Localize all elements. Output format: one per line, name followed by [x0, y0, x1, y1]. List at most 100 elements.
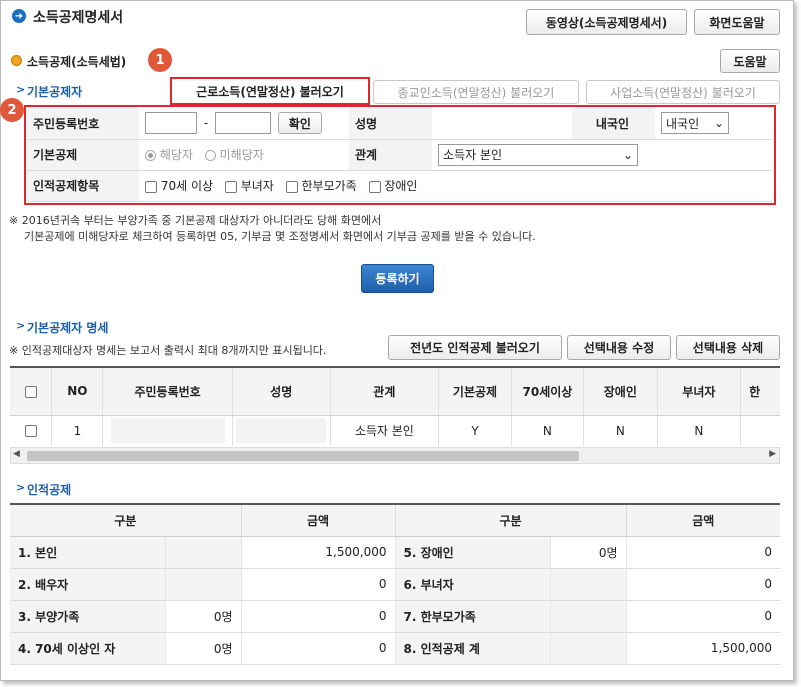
scrollbar-thumb[interactable]	[27, 451, 579, 461]
row3-right-count	[550, 600, 627, 633]
screen-help-button[interactable]: 화면도움말	[694, 9, 780, 35]
row4-right-count	[550, 632, 627, 665]
col-name[interactable]: 성명	[232, 368, 331, 416]
checkbox-woman[interactable]	[224, 180, 237, 193]
chevron-right-icon: >	[16, 83, 26, 96]
row1-left-label: 1. 본인	[10, 536, 166, 569]
checkbox-disabled[interactable]	[368, 180, 381, 193]
load-business-income-button[interactable]: 사업소득(연말정산) 불러오기	[586, 80, 780, 104]
header-amount-left: 금액	[241, 504, 396, 537]
row-extra	[740, 415, 780, 446]
col-relation[interactable]: 관계	[330, 368, 440, 416]
notice-line-1: ※ 2016년귀속 부터는 부양가족 중 기본공제 대상자가 아니더라도 당해 …	[9, 214, 382, 227]
radio-applicable[interactable]	[145, 150, 156, 161]
row3-right-amount: 0	[626, 600, 780, 633]
personal-header-row: 구분 금액 구분 금액	[10, 504, 780, 537]
row2-left-amount: 0	[241, 568, 396, 601]
relation-select-value: 소득자 본인	[443, 148, 503, 162]
select-all-checkbox[interactable]	[24, 385, 37, 398]
col-rrn[interactable]: 주민등록번호	[102, 368, 233, 416]
arrow-right-icon: ➜	[12, 9, 26, 23]
name-label: 성명	[349, 108, 432, 140]
row-rrn-masked	[110, 418, 225, 443]
nation-select[interactable]: 내국인 ⌄	[661, 112, 729, 135]
delete-selected-button[interactable]: 선택내용 삭제	[676, 335, 780, 360]
row-rrn	[102, 415, 233, 446]
table-row: 3. 부양가족 0명 0 7. 한부모가족 0	[10, 600, 780, 633]
checkbox-single-parent-label: 한부모가족	[301, 179, 357, 193]
row4-right-amount: 1,500,000	[626, 632, 780, 665]
header-category-right: 구분	[395, 504, 627, 537]
grid-header-row: NO 주민등록번호 성명 관계 기본공제 70세이상 장애인 부녀자 한	[10, 368, 780, 416]
row2-right-count	[550, 568, 627, 601]
confirm-button[interactable]: 확인	[277, 112, 322, 135]
row3-right-label: 7. 한부모가족	[395, 600, 551, 633]
load-previous-year-button[interactable]: 전년도 인적공제 불러오기	[388, 335, 562, 360]
row-select-cell	[10, 415, 53, 446]
video-button[interactable]: 동영상(소득공제명세서)	[526, 9, 687, 35]
personal-items-label: 인적공제항목	[27, 170, 139, 202]
row-woman: N	[657, 415, 742, 446]
row4-left-label: 4. 70세 이상인 자	[10, 632, 166, 665]
select-all-cell	[10, 368, 53, 416]
relation-select[interactable]: 소득자 본인 ⌄	[438, 143, 638, 166]
load-earned-income-button[interactable]: 근로소득(연말정산) 불러오기	[174, 80, 366, 102]
personal-title: 인적공제	[27, 483, 72, 497]
row2-left-count	[165, 568, 242, 601]
scroll-right-icon[interactable]: ▶	[769, 449, 776, 459]
notice-line-2: 기본공제에 미해당자로 체크하여 등록하면 05, 기부금 몇 조정명세서 화면…	[24, 230, 536, 243]
help-button[interactable]: 도움말	[720, 49, 780, 73]
nation-label: 내국인	[572, 108, 655, 140]
row-name	[232, 415, 331, 446]
row1-right-label: 5. 장애인	[395, 536, 551, 569]
chevron-down-icon: ⌄	[622, 147, 633, 162]
name-value[interactable]	[432, 108, 572, 140]
checkbox-disabled-label: 장애인	[384, 179, 418, 193]
nation-cell: 내국인 ⌄	[655, 108, 772, 140]
load-religious-income-button[interactable]: 종교인소득(연말정산) 불러오기	[373, 80, 579, 104]
row2-right-label: 6. 부녀자	[395, 568, 551, 601]
section-title: 소득공제(소득세법)	[27, 55, 127, 69]
radio-not-applicable-label: 미해당자	[219, 148, 264, 162]
register-button[interactable]: 등록하기	[361, 264, 434, 293]
row4-right-label: 8. 인적공제 계	[395, 632, 551, 665]
checkbox-single-parent[interactable]	[285, 180, 298, 193]
header-category-left: 구분	[10, 504, 242, 537]
edit-selected-button[interactable]: 선택내용 수정	[567, 335, 671, 360]
basic-deduction-cell: 해당자 미해당자	[139, 139, 349, 171]
row-checkbox[interactable]	[24, 425, 37, 437]
scroll-left-icon[interactable]: ◀	[13, 449, 20, 459]
row3-left-amount: 0	[241, 600, 396, 633]
col-basic[interactable]: 기본공제	[438, 368, 512, 416]
col-no[interactable]: NO	[51, 368, 104, 416]
row3-left-label: 3. 부양가족	[10, 600, 166, 633]
chevron-right-icon: >	[16, 481, 26, 494]
col-disabled[interactable]: 장애인	[583, 368, 658, 416]
row-senior: N	[511, 415, 584, 446]
row-name-masked	[236, 418, 327, 443]
horizontal-scrollbar[interactable]: ◀ ▶	[10, 447, 780, 464]
row4-left-amount: 0	[241, 632, 396, 665]
detail-note: ※ 인적공제대상자 명세는 보고서 출력시 최대 8개까지만 표시됩니다.	[9, 344, 327, 357]
detail-title: 기본공제자 명세	[27, 321, 109, 335]
table-row: 2. 배우자 0 6. 부녀자 0	[10, 568, 780, 601]
radio-not-applicable[interactable]	[204, 150, 216, 161]
checkbox-senior[interactable]	[145, 180, 157, 193]
row-disabled: N	[583, 415, 658, 446]
col-senior[interactable]: 70세이상	[511, 368, 584, 416]
rrn-front-input[interactable]	[145, 112, 197, 135]
row1-right-count: 0명	[550, 536, 627, 569]
relation-cell: 소득자 본인 ⌄	[432, 139, 772, 171]
basic-deduction-label: 기본공제	[27, 139, 139, 171]
table-row: 4. 70세 이상인 자 0명 0 8. 인적공제 계 1,500,000	[10, 632, 780, 665]
rrn-back-input[interactable]	[215, 112, 271, 135]
basic-title: 기본공제자	[27, 85, 83, 99]
col-woman[interactable]: 부녀자	[657, 368, 742, 416]
row-no: 1	[51, 415, 104, 446]
header-amount-right: 금액	[626, 504, 780, 537]
table-row[interactable]: 1 소득자 본인 Y N N N	[10, 415, 780, 446]
row2-right-amount: 0	[626, 568, 780, 601]
rrn-cell: - 확인	[139, 108, 349, 140]
col-single-parent-partial[interactable]: 한	[740, 368, 780, 416]
section-bullet-icon	[11, 55, 22, 66]
